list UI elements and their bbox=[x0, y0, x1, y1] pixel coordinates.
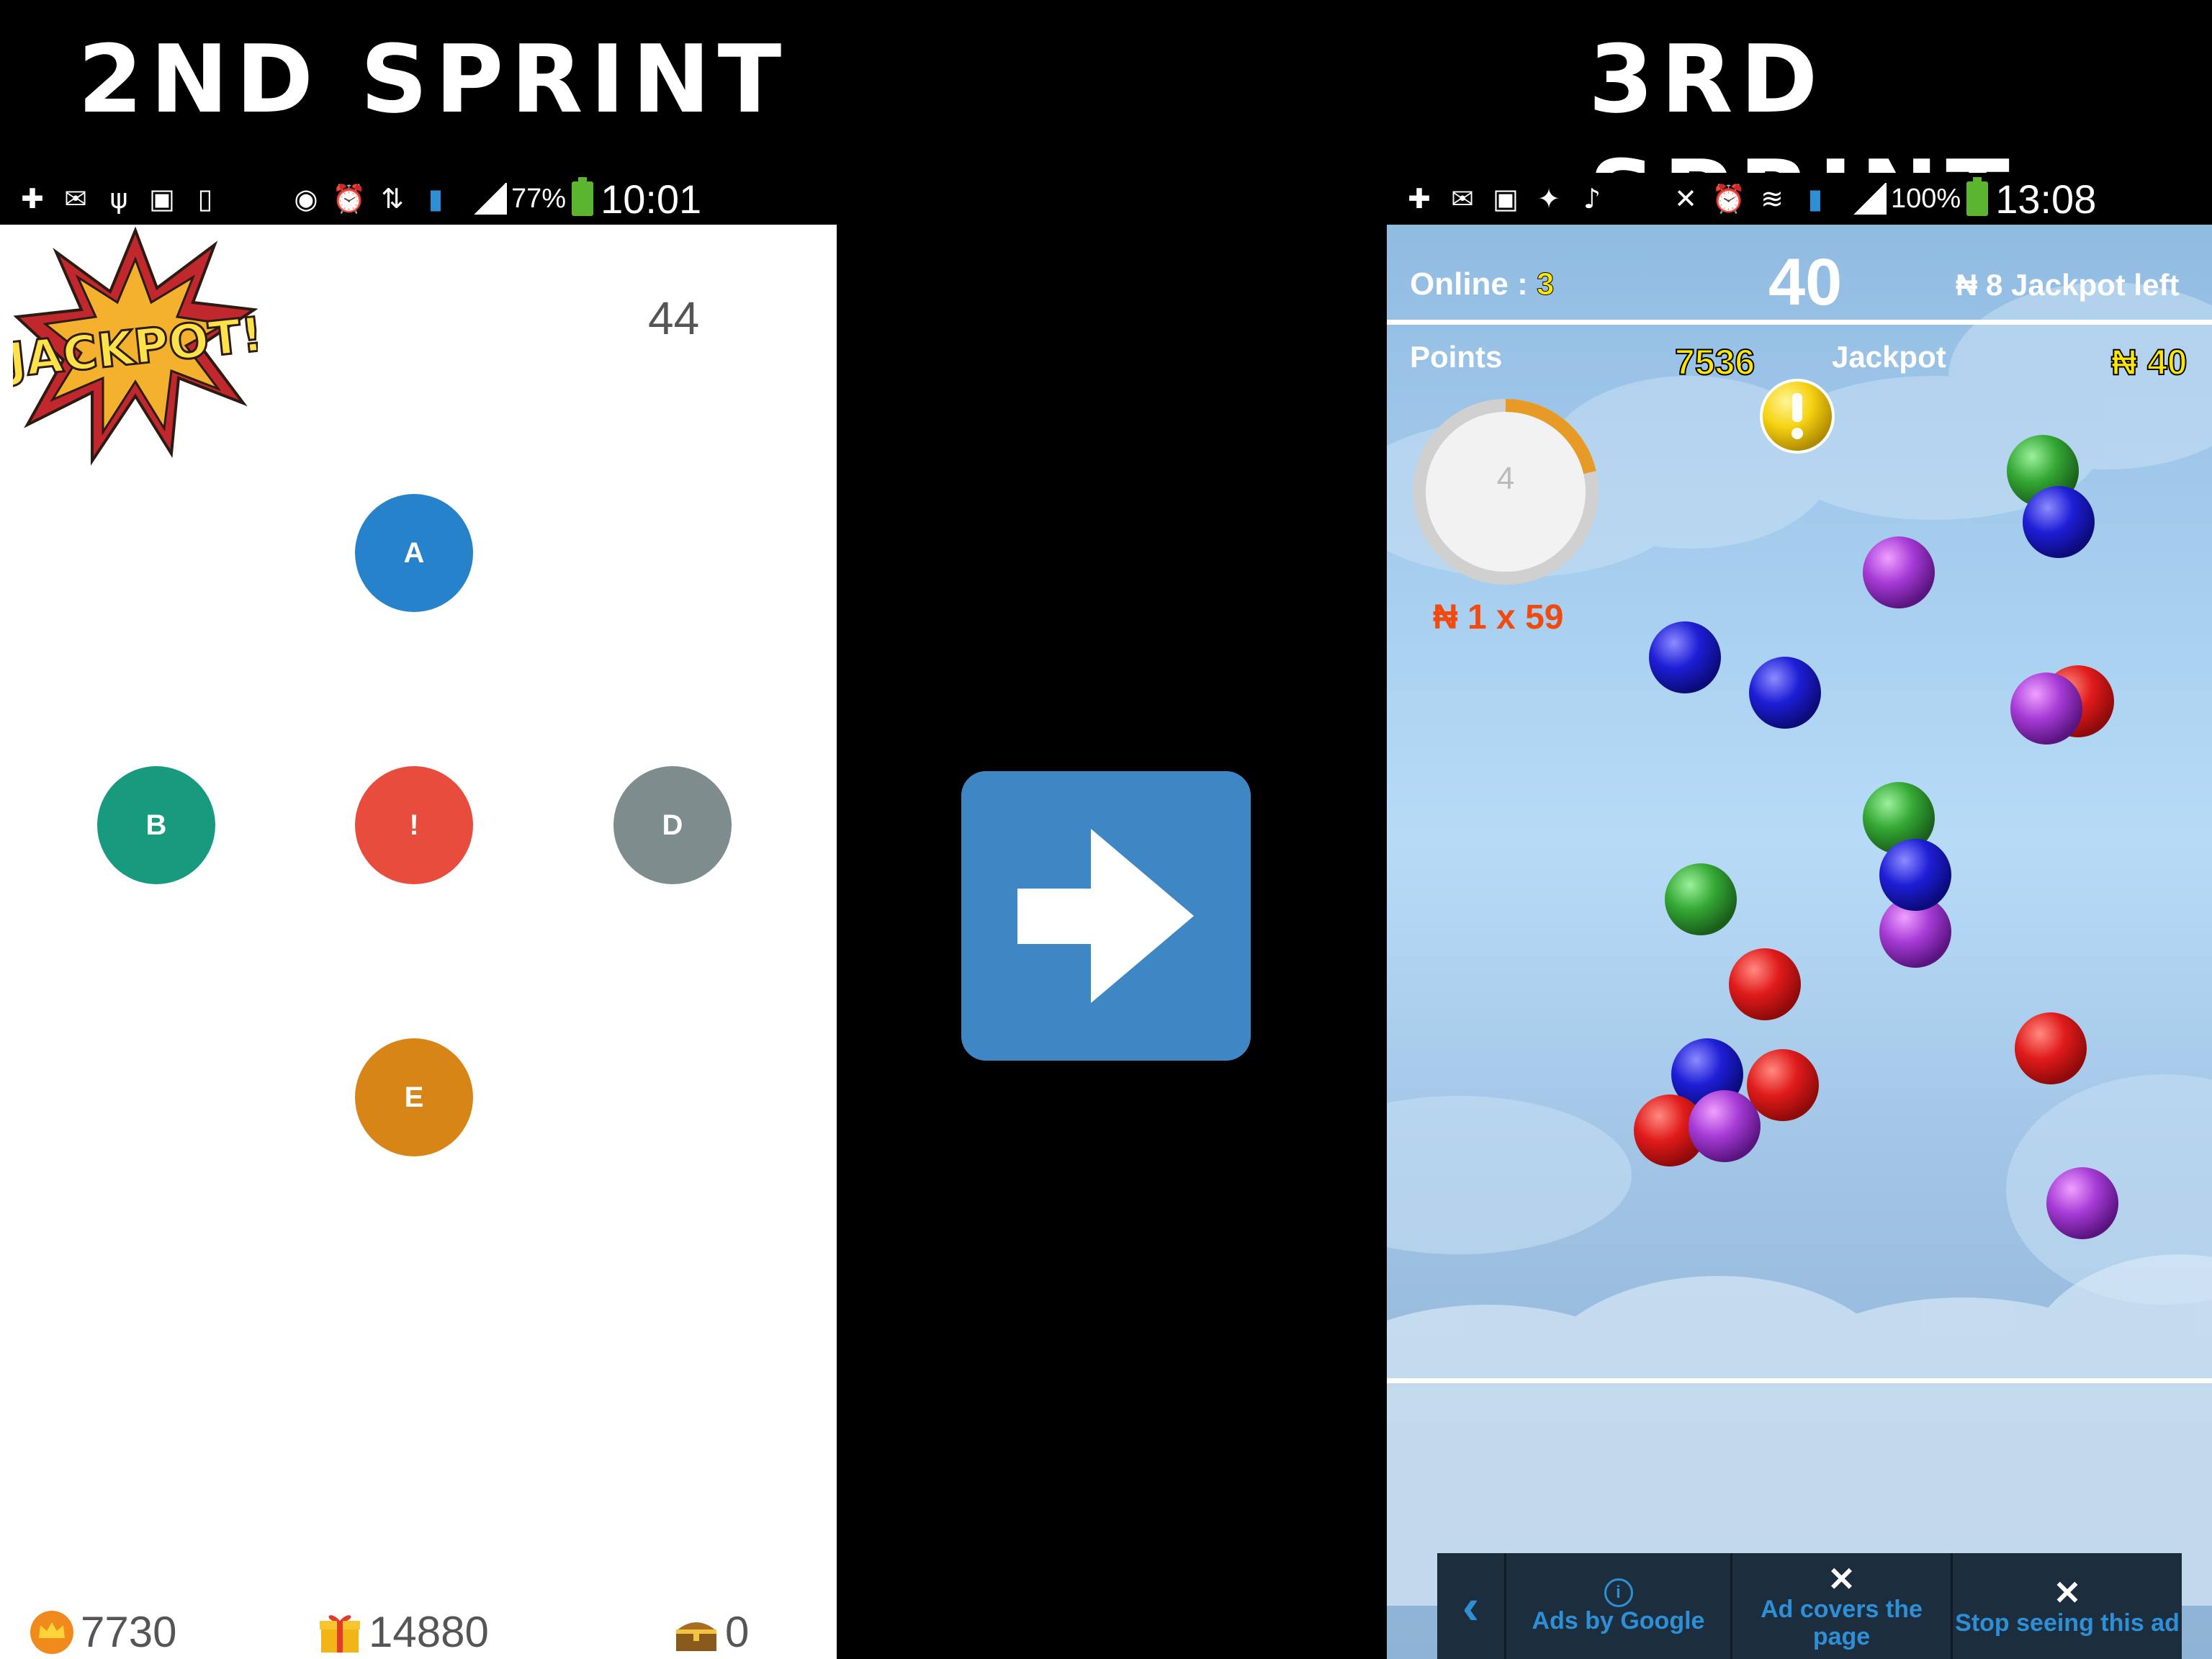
red-bubble[interactable] bbox=[2015, 1012, 2087, 1084]
gifts-counter: 14880 bbox=[317, 1607, 489, 1657]
stop-seeing-ad-label: Stop seeing this ad bbox=[1955, 1609, 2180, 1637]
green-bubble[interactable] bbox=[1665, 863, 1737, 935]
ad-back-button[interactable]: ‹ bbox=[1437, 1553, 1506, 1659]
ad-covers-page-button[interactable]: ✕ Ad covers the page bbox=[1732, 1553, 1953, 1659]
purple-bubble[interactable] bbox=[2046, 1167, 2118, 1239]
blue-bubble[interactable] bbox=[1649, 621, 1721, 693]
red-bubble[interactable] bbox=[1729, 948, 1801, 1020]
ads-by-google-button[interactable]: i Ads by Google bbox=[1506, 1553, 1732, 1659]
ad-banner: ‹ i Ads by Google ✕ Ad covers the page ✕… bbox=[1437, 1553, 2182, 1659]
treasure-chest-icon bbox=[676, 1622, 716, 1651]
option-b-button[interactable]: B bbox=[97, 766, 215, 884]
purple-bubble[interactable] bbox=[1689, 1090, 1761, 1162]
sim-icon: ▮ bbox=[428, 183, 444, 215]
chevron-left-icon: ‹ bbox=[1462, 1578, 1480, 1635]
alarm-icon: ⏰ bbox=[332, 183, 367, 215]
close-icon: ✕ bbox=[2053, 1573, 2082, 1611]
phone-screen-2nd-sprint: ✚ ✉ ψ ▣ ▯ ◉ ⏰ ⇅ ▮ 77% 10:01 JACKPOT! 44 … bbox=[0, 173, 837, 1659]
next-arrow-box bbox=[961, 771, 1251, 1061]
jackpot-button[interactable]: ! bbox=[355, 766, 473, 884]
blue-bubble[interactable] bbox=[1879, 839, 1951, 911]
purple-bubble[interactable] bbox=[1863, 536, 1935, 608]
usb-icon: ψ bbox=[109, 183, 128, 215]
signal-icon bbox=[472, 183, 507, 215]
gifts-value: 14880 bbox=[369, 1608, 489, 1656]
crown-coin-icon bbox=[30, 1610, 73, 1654]
red-bubble[interactable] bbox=[1747, 1049, 1819, 1121]
coins-counter: 7730 bbox=[29, 1607, 176, 1657]
eye-icon: ◉ bbox=[294, 183, 318, 215]
bottom-divider bbox=[1387, 1378, 2212, 1383]
option-e-button[interactable]: E bbox=[355, 1038, 473, 1156]
option-a-button[interactable]: A bbox=[355, 494, 473, 612]
heading-2nd-sprint: 2ND SPRINT bbox=[78, 24, 789, 134]
hspa-icon: ⇅ bbox=[381, 183, 404, 215]
status-bar: ✚ ✉ ψ ▣ ▯ ◉ ⏰ ⇅ ▮ 77% 10:01 bbox=[0, 173, 837, 225]
blue-bubble[interactable] bbox=[1749, 657, 1821, 729]
image-icon: ▣ bbox=[149, 183, 175, 215]
blue-bubble[interactable] bbox=[2023, 486, 2095, 558]
mail-icon: ✉ bbox=[64, 183, 87, 215]
status-time: 10:01 bbox=[601, 176, 702, 222]
close-icon: ✕ bbox=[1827, 1560, 1856, 1598]
download-icon: ▯ bbox=[197, 183, 213, 215]
ad-covers-page-label: Ad covers the page bbox=[1761, 1595, 1923, 1650]
chest-counter: 0 bbox=[673, 1607, 749, 1657]
phone-screen-3rd-sprint: ✚ ✉ ▣ ✦ ♪ ✕ ⏰ ≋ ▮ 100% 13:08 Online : 3 … bbox=[1387, 173, 2212, 1659]
chest-value: 0 bbox=[725, 1608, 750, 1656]
arrow-right-icon bbox=[1017, 829, 1194, 1003]
purple-bubble[interactable] bbox=[2010, 673, 2082, 745]
gift-icon bbox=[320, 1614, 360, 1653]
option-d-button[interactable]: D bbox=[613, 766, 732, 884]
score-counter: 44 bbox=[648, 292, 700, 344]
battery-icon bbox=[572, 177, 594, 216]
info-icon: i bbox=[1604, 1578, 1633, 1607]
battery-percent: 77% bbox=[511, 183, 567, 214]
bubble-field bbox=[1634, 379, 2118, 1239]
stop-seeing-ad-button[interactable]: ✕ Stop seeing this ad bbox=[1953, 1553, 2182, 1659]
add-icon: ✚ bbox=[21, 183, 44, 215]
jackpot-logo: JACKPOT! bbox=[13, 226, 258, 466]
jackpot-bubble[interactable] bbox=[1760, 379, 1835, 454]
ads-by-google-label: Ads by Google bbox=[1532, 1606, 1705, 1635]
coins-value: 7730 bbox=[81, 1608, 177, 1656]
